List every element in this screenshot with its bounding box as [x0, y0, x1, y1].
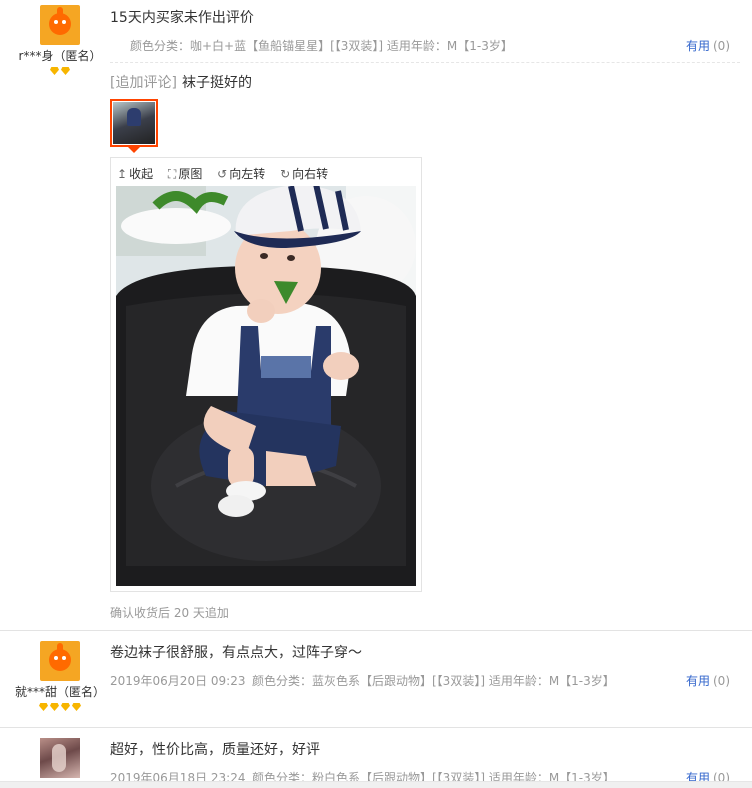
- review-text: 卷边袜子很舒服，有点点大，过阵子穿～: [110, 645, 362, 661]
- review-text: 15天内买家未作出评价: [110, 10, 254, 26]
- review-item: r***身（匿名） 15天内买家未作出评价 颜色分类：咖+白+蓝【鱼船锚星星】[…: [0, 0, 752, 620]
- sku-info: 颜色分类：蓝灰色系【后跟动物】[【3双装】] 适用年龄：M【1-3岁】: [252, 674, 615, 688]
- reviewer: [0, 738, 120, 778]
- review-date: 2019年06月20日 09:23: [110, 674, 246, 688]
- diamond-icon: [61, 67, 70, 75]
- fullsize-icon: ⛶: [167, 167, 177, 181]
- thumbnail-pointer: [128, 147, 140, 153]
- review-photo[interactable]: [116, 186, 416, 586]
- photo-thumbnail[interactable]: [110, 99, 158, 147]
- diamond-icon: [50, 703, 59, 711]
- reviewer-name: r***身（匿名）: [18, 49, 102, 63]
- rotate-left-button[interactable]: ↺ 向左转: [217, 165, 265, 182]
- viewer-toolbar: ↥ 收起 ⛶ 原图 ↺ 向左转 ↻ 向右转: [117, 165, 339, 182]
- diamond-icon: [72, 703, 81, 711]
- avatar[interactable]: [40, 5, 80, 45]
- diamond-icon: [61, 703, 70, 711]
- avatar[interactable]: [40, 641, 80, 681]
- rotate-right-button[interactable]: ↻ 向右转: [280, 165, 328, 182]
- image-viewer: ↥ 收起 ⛶ 原图 ↺ 向左转 ↻ 向右转: [110, 157, 422, 592]
- review-item: 超好，性价比高，质量还好，好评 2019年06月18日 23:24 颜色分类：粉…: [0, 727, 752, 785]
- credit-badges: [0, 701, 120, 711]
- collapse-button[interactable]: ↥ 收起: [117, 165, 153, 182]
- diamond-icon: [39, 703, 48, 711]
- sku-info: 颜色分类：咖+白+蓝【鱼船锚星星】[【3双装】] 适用年龄：M【1-3岁】: [130, 39, 513, 53]
- review-meta: 2019年06月20日 09:23 颜色分类：蓝灰色系【后跟动物】[【3双装】]…: [110, 672, 740, 690]
- review-meta: 颜色分类：咖+白+蓝【鱼船锚星星】[【3双装】] 适用年龄：M【1-3岁】 有用…: [110, 37, 740, 55]
- followup-time: 确认收货后 20 天追加: [110, 606, 229, 620]
- original-image-button[interactable]: ⛶ 原图: [168, 165, 202, 182]
- divider: [110, 62, 740, 63]
- diamond-icon: [50, 67, 59, 75]
- rotate-left-icon: ↺: [217, 167, 228, 181]
- reviewer-name: 就***甜（匿名）: [14, 685, 105, 699]
- credit-badges: [0, 65, 120, 75]
- append-text: 袜子挺好的: [182, 75, 253, 91]
- review-item: 就***甜（匿名） 卷边袜子很舒服，有点点大，过阵子穿～ 2019年06月20日…: [0, 630, 752, 711]
- append-label: [追加评论]: [110, 75, 177, 91]
- horizontal-scrollbar[interactable]: [0, 781, 752, 788]
- reviewer: 就***甜（匿名）: [0, 641, 120, 711]
- reviewer: r***身（匿名）: [0, 5, 120, 75]
- avatar[interactable]: [40, 738, 80, 778]
- review-text: 超好，性价比高，质量还好，好评: [110, 742, 320, 758]
- useful-button[interactable]: 有用 (0): [686, 37, 730, 54]
- collapse-icon: ↥: [117, 167, 128, 181]
- useful-button[interactable]: 有用 (0): [686, 672, 730, 689]
- rotate-right-icon: ↻: [280, 167, 291, 181]
- baby-photo-illustration: [116, 186, 416, 586]
